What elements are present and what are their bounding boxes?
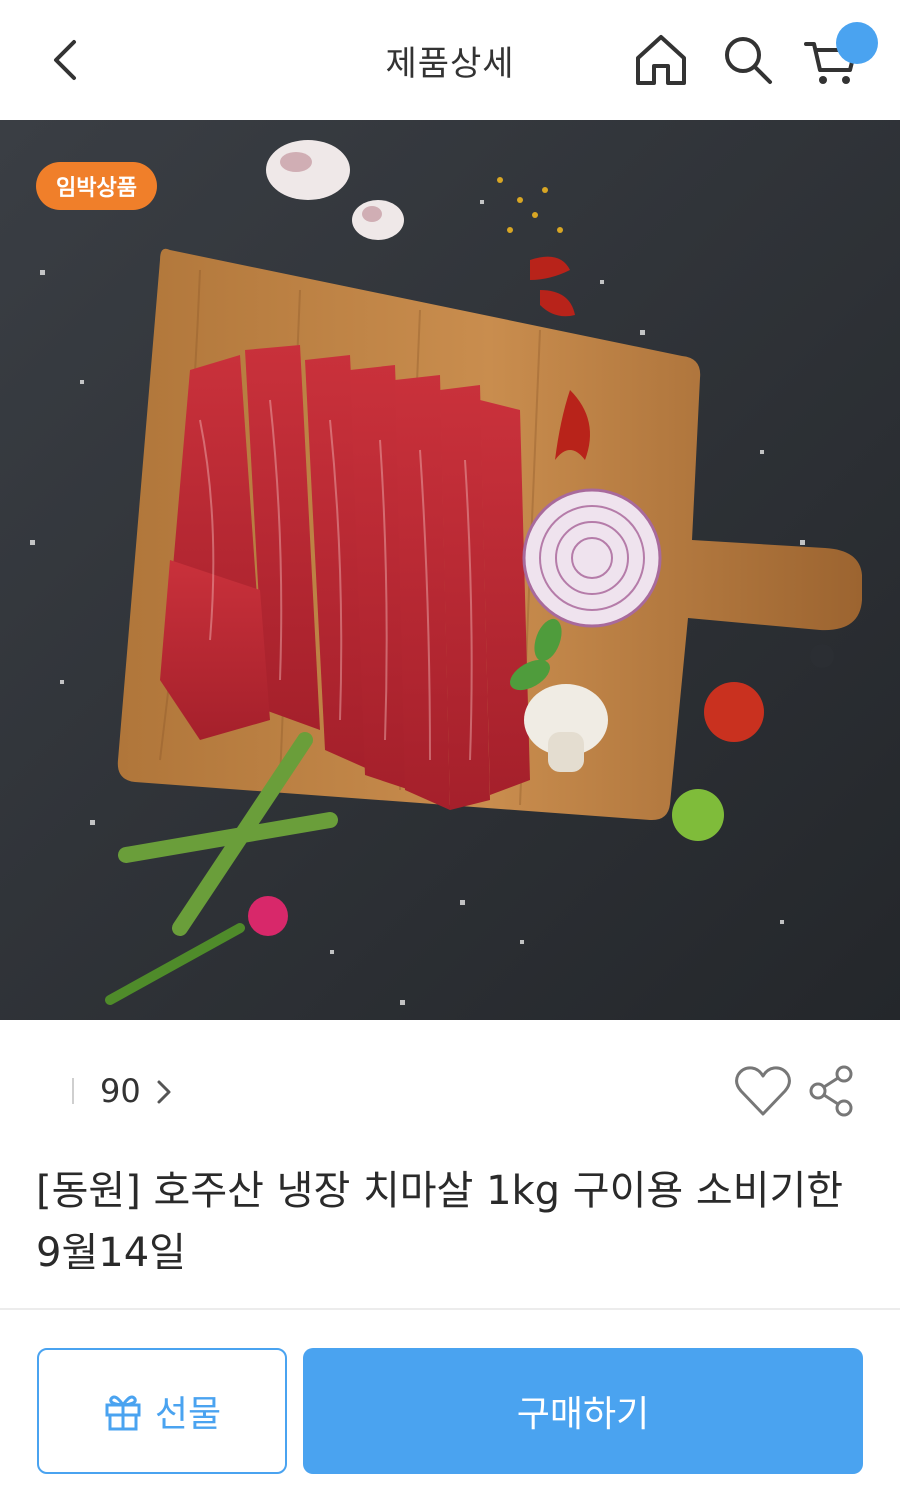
section-divider bbox=[0, 1308, 900, 1310]
top-app-bar: 제품상세 bbox=[0, 0, 900, 120]
chevron-right-icon bbox=[157, 1080, 171, 1104]
gift-button[interactable]: 선물 bbox=[37, 1348, 287, 1474]
buy-button[interactable]: 구매하기 bbox=[303, 1348, 863, 1474]
search-button[interactable] bbox=[720, 32, 776, 88]
home-icon bbox=[636, 35, 686, 85]
product-title: [동원] 호주산 냉장 치마살 1kg 구이용 소비기한 9월14일 bbox=[36, 1168, 844, 1276]
divider bbox=[72, 1078, 74, 1104]
product-meta-row: 90 bbox=[0, 1060, 900, 1124]
heart-icon bbox=[735, 1066, 791, 1116]
gift-icon bbox=[105, 1395, 141, 1431]
share-button[interactable] bbox=[806, 1064, 856, 1120]
clearance-badge: 임박상품 bbox=[36, 162, 157, 210]
gift-button-label: 선물 bbox=[154, 1394, 222, 1435]
review-count[interactable]: 90 bbox=[100, 1072, 141, 1110]
home-button[interactable] bbox=[633, 32, 689, 88]
product-image[interactable]: 임박상품 bbox=[0, 120, 900, 1020]
product-photo bbox=[0, 120, 900, 1020]
share-icon bbox=[809, 1065, 853, 1117]
buy-button-label: 구매하기 bbox=[516, 1394, 650, 1435]
search-icon bbox=[725, 37, 772, 84]
wishlist-button[interactable] bbox=[734, 1064, 792, 1120]
review-link[interactable] bbox=[155, 1074, 181, 1110]
cart-badge bbox=[836, 22, 878, 64]
